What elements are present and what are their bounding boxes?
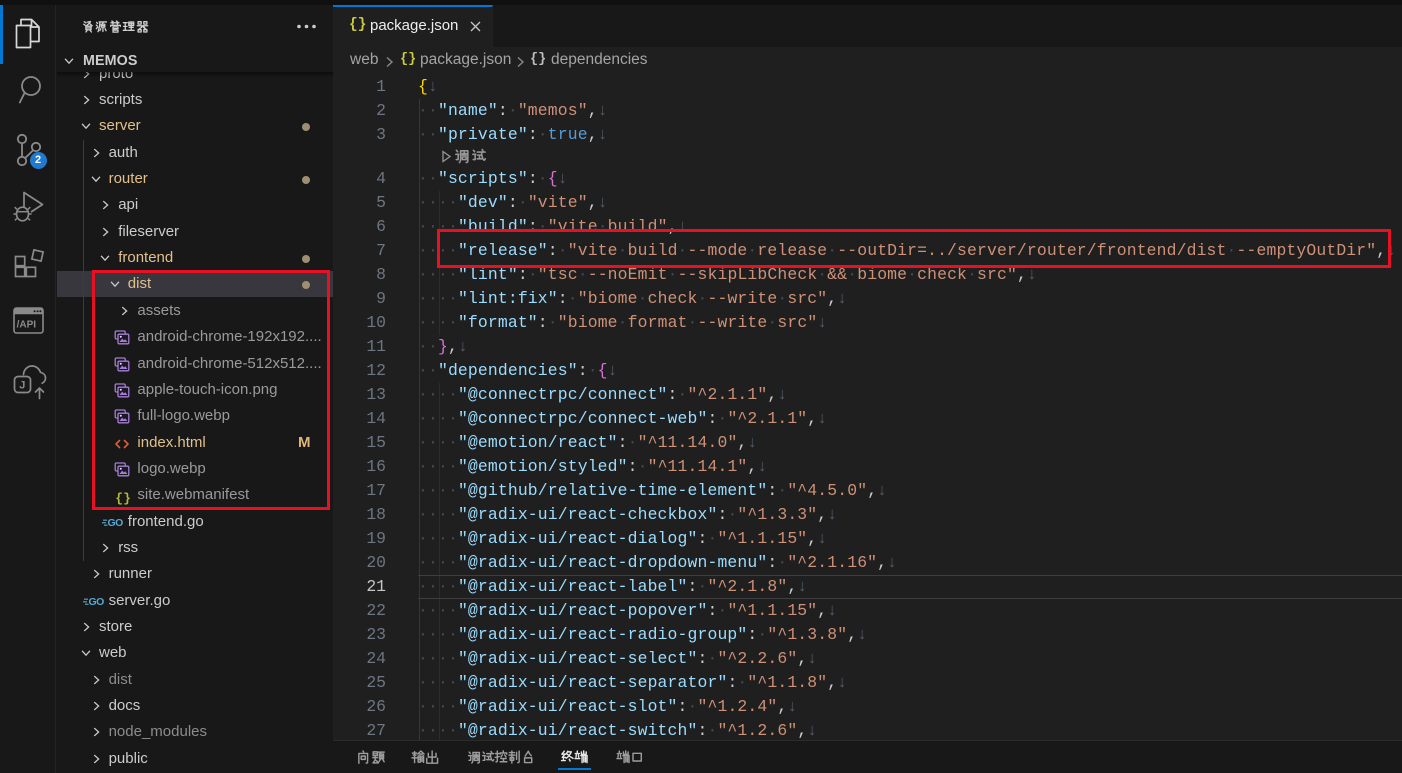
svg-text:J: J [19, 380, 25, 392]
svg-text:GO: GO [88, 596, 104, 608]
svg-text:GO: GO [107, 517, 123, 529]
svg-text:/API: /API [17, 320, 37, 331]
